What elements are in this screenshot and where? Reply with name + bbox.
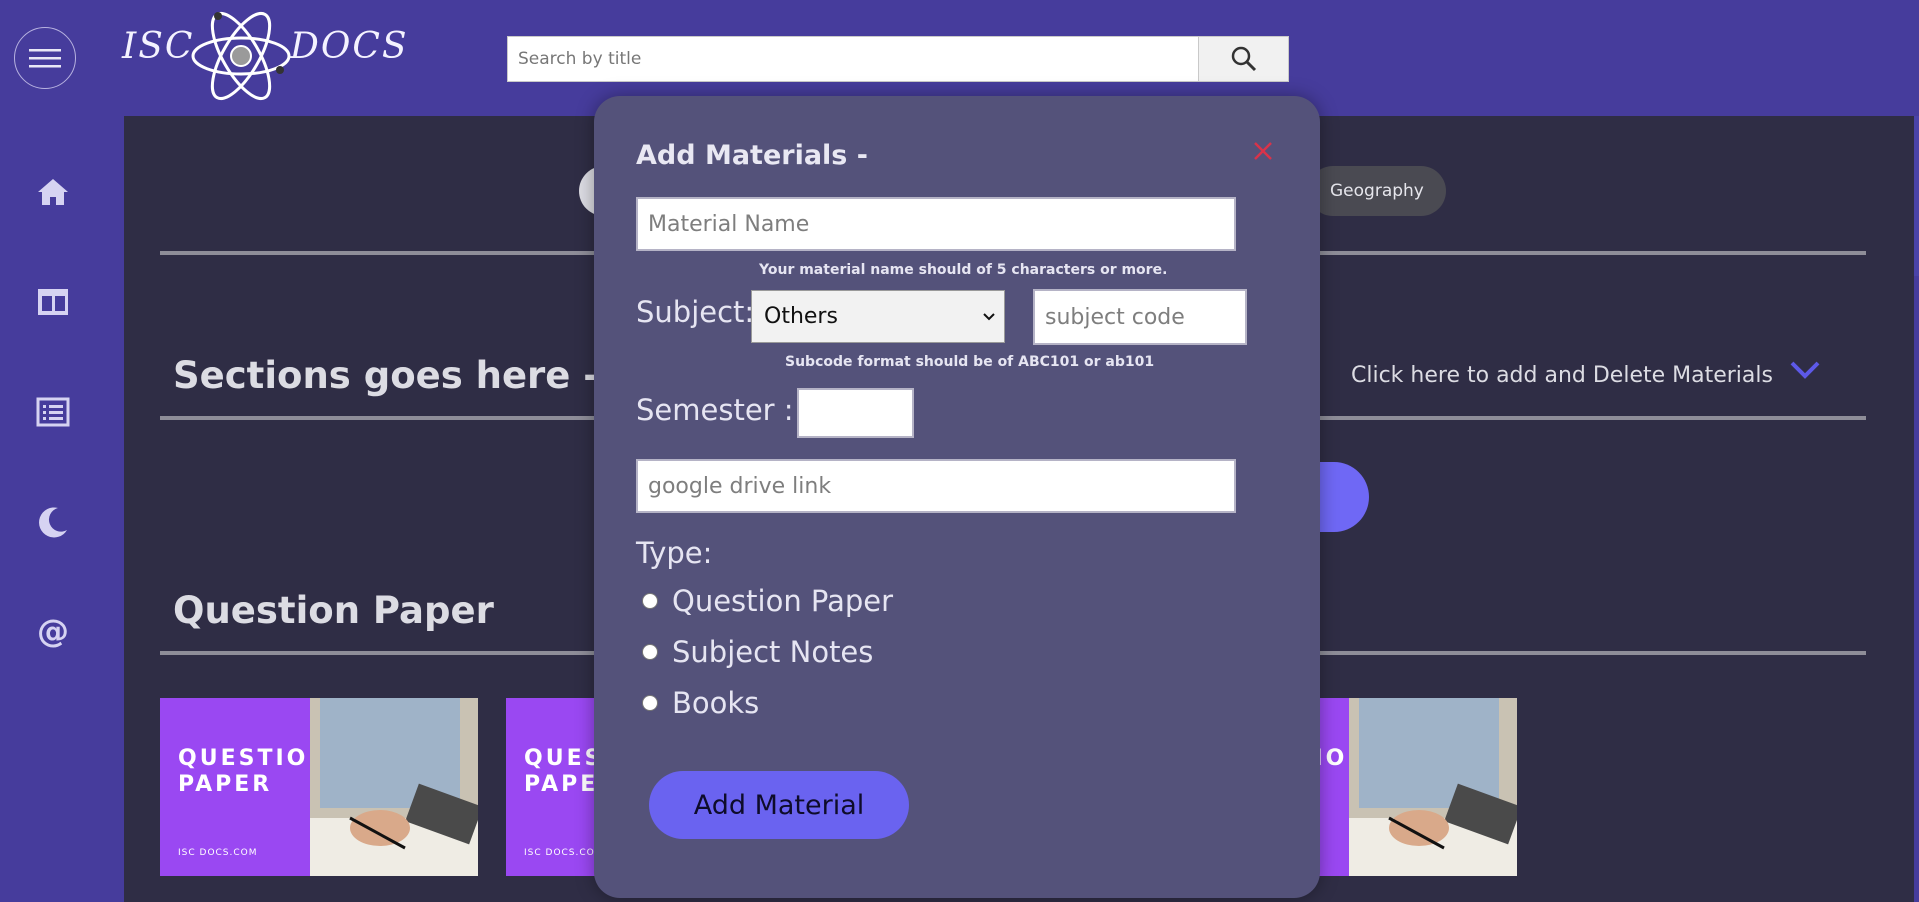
- logo-text-left: ISC: [122, 26, 195, 67]
- radio-label: Subject Notes: [672, 635, 874, 669]
- subject-code-input[interactable]: [1033, 289, 1247, 345]
- type-option-subject-notes[interactable]: Subject Notes: [642, 635, 873, 669]
- card-footer: ISC DOCS.COM: [524, 848, 604, 858]
- radio-label: Books: [672, 686, 760, 720]
- hamburger-menu-button[interactable]: [14, 27, 76, 89]
- card-title-line2: PAPER: [178, 772, 273, 797]
- subject-pill-geography[interactable]: Geography: [1308, 166, 1446, 216]
- sidebar-item-contact[interactable]: @: [33, 612, 73, 652]
- card-footer: ISC DOCS.COM: [178, 848, 258, 858]
- material-name-input[interactable]: [636, 197, 1236, 251]
- subcode-hint: Subcode format should be of ABC101 or ab…: [785, 354, 1155, 370]
- hamburger-icon: [29, 49, 61, 68]
- subject-select[interactable]: Others: [751, 290, 1005, 343]
- radio-label: Question Paper: [672, 584, 894, 618]
- card-photo: [1349, 698, 1517, 876]
- search-icon: [1231, 46, 1256, 72]
- material-name-hint: Your material name should of 5 character…: [759, 262, 1168, 278]
- sidebar-item-layout[interactable]: [33, 282, 73, 322]
- type-option-books[interactable]: Books: [642, 686, 759, 720]
- sections-title: Sections goes here -: [173, 354, 599, 397]
- drive-link-input[interactable]: [636, 459, 1236, 513]
- question-paper-title: Question Paper: [173, 589, 494, 632]
- card-title-line1: QUESTION: [178, 746, 330, 771]
- subject-label: Subject:: [636, 295, 755, 329]
- radio-button[interactable]: [642, 644, 658, 660]
- search-bar: [507, 36, 1289, 82]
- card-photo: [310, 698, 478, 876]
- add-material-button[interactable]: Add Material: [649, 771, 909, 839]
- subject-selected-value: Others: [764, 304, 838, 329]
- sidebar-item-home[interactable]: [33, 172, 73, 212]
- semester-label: Semester :: [636, 393, 794, 427]
- type-label: Type:: [636, 536, 713, 570]
- close-icon[interactable]: [1252, 140, 1274, 162]
- home-icon: [38, 179, 68, 205]
- list-icon: [36, 397, 70, 427]
- radio-button[interactable]: [642, 695, 658, 711]
- atom-icon: [191, 11, 291, 101]
- svg-text:@: @: [37, 615, 69, 649]
- sidebar-item-dark-mode[interactable]: [33, 502, 73, 542]
- add-materials-modal: Add Materials - Your material name shoul…: [594, 96, 1320, 898]
- radio-button[interactable]: [642, 593, 658, 609]
- columns-icon: [38, 289, 68, 315]
- chevron-down-icon[interactable]: [1789, 358, 1821, 382]
- sidebar-item-list[interactable]: [33, 392, 73, 432]
- search-input[interactable]: [508, 37, 1198, 81]
- at-icon: @: [37, 615, 69, 649]
- chevron-down-icon: [983, 312, 995, 320]
- manage-materials-toggle[interactable]: Click here to add and Delete Materials: [1351, 363, 1773, 388]
- semester-input[interactable]: [797, 388, 914, 438]
- card-cover: QUESTION PAPER ISC DOCS.COM: [160, 698, 330, 876]
- moon-icon: [39, 507, 67, 538]
- modal-title: Add Materials -: [636, 140, 868, 171]
- logo[interactable]: ISC DOCS: [122, 8, 407, 106]
- search-button[interactable]: [1198, 37, 1288, 81]
- scrollbar[interactable]: [1914, 116, 1919, 276]
- type-option-question-paper[interactable]: Question Paper: [642, 584, 893, 618]
- logo-text-right: DOCS: [290, 26, 409, 67]
- question-paper-card[interactable]: QUESTION PAPER ISC DOCS.COM: [160, 698, 478, 876]
